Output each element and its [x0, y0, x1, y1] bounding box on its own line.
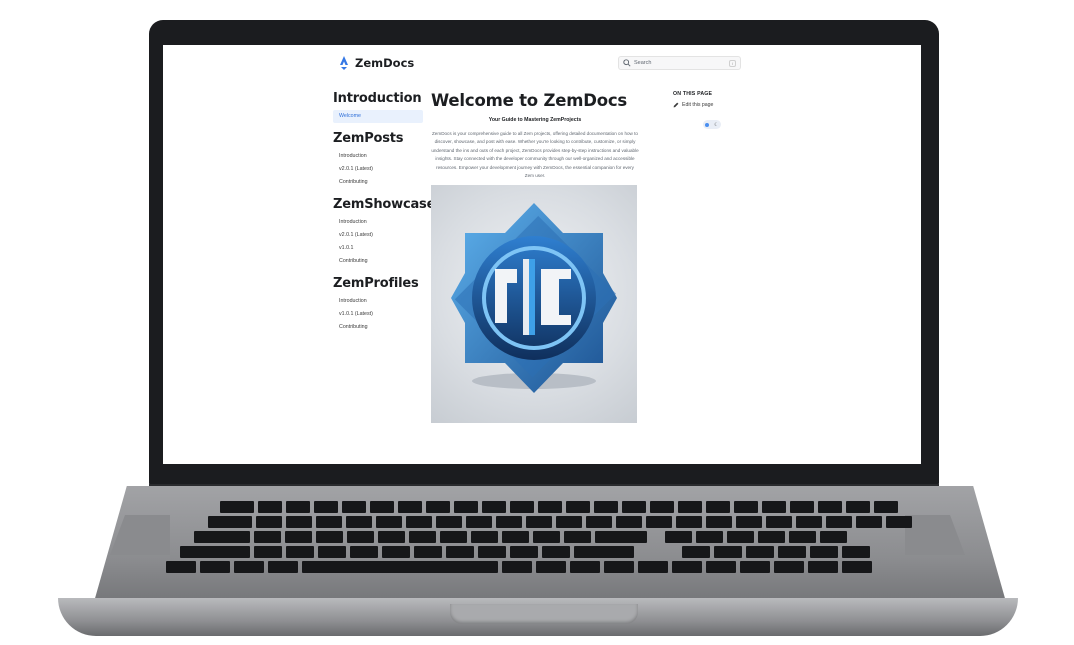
toc-title: ON THIS PAGE [673, 91, 713, 97]
search-input[interactable]: Search / [618, 56, 741, 70]
edit-page-link[interactable]: Edit this page [673, 102, 753, 108]
search-shortcut-key: / [729, 59, 736, 67]
zem-emblem-logo [451, 203, 617, 394]
laptop-open-notch [450, 604, 638, 624]
sun-icon [705, 122, 710, 127]
brand-name: ZemDocs [355, 56, 415, 70]
sidebar-section-introduction: Introduction Welcome [333, 91, 423, 123]
keyboard [150, 497, 930, 582]
sidebar-item-version[interactable]: v1.0.1 [333, 242, 423, 255]
laptop-mockup: ZemDocs Search / Introduction Welcome Ze… [0, 0, 1074, 645]
page-subtitle: Your Guide to Mastering ZemProjects [488, 117, 582, 123]
edit-page-label: Edit this page [682, 102, 714, 108]
main-content: Welcome to ZemDocs Your Guide to Masteri… [431, 91, 639, 424]
sidebar-item-welcome[interactable]: Welcome [333, 110, 423, 123]
sidebar-item-contributing[interactable]: Contributing [333, 255, 423, 268]
sidebar-section-zemprofiles: ZemProfiles Introduction v1.0.1 (Latest)… [333, 276, 423, 334]
search-placeholder: Search [634, 60, 652, 66]
sidebar-item-version[interactable]: v2.0.1 (Latest) [333, 229, 423, 242]
sidebar-section-title[interactable]: ZemProfiles [333, 276, 423, 291]
sidebar-section-zemshowcase: ZemShowcase Introduction v2.0.1 (Latest)… [333, 197, 435, 268]
sidebar-section-zemposts: ZemPosts Introduction v2.0.1 (Latest) Co… [333, 131, 423, 189]
intro-paragraph: ZemDocs is your comprehensive guide to a… [431, 131, 639, 179]
sidebar-section-title[interactable]: ZemShowcase [333, 197, 435, 212]
sidebar-section-title[interactable]: Introduction [333, 91, 423, 106]
pencil-icon [673, 102, 679, 108]
sidebar-section-title[interactable]: ZemPosts [333, 131, 423, 146]
brand-link[interactable]: ZemDocs [339, 56, 414, 70]
screen: ZemDocs Search / Introduction Welcome Ze… [163, 45, 921, 464]
sidebar: Introduction Welcome ZemPosts Introducti… [333, 91, 435, 342]
sidebar-item-introduction[interactable]: Introduction [333, 150, 423, 163]
search-icon [623, 59, 631, 67]
zemdocs-logo-icon [340, 56, 348, 70]
page-title: Welcome to ZemDocs [431, 91, 628, 110]
sidebar-item-version[interactable]: v2.0.1 (Latest) [333, 163, 423, 176]
sidebar-item-contributing[interactable]: Contributing [333, 321, 423, 334]
sidebar-item-version[interactable]: v1.0.1 (Latest) [333, 308, 423, 321]
theme-toggle[interactable]: ☾ [703, 120, 721, 129]
navbar: ZemDocs Search / [163, 45, 921, 81]
table-of-contents: ON THIS PAGE Edit this page ☾ [673, 91, 753, 129]
hero-image [431, 185, 637, 424]
sidebar-item-introduction[interactable]: Introduction [333, 295, 423, 308]
sidebar-item-contributing[interactable]: Contributing [333, 176, 423, 189]
moon-icon: ☾ [714, 121, 719, 128]
sidebar-item-introduction[interactable]: Introduction [333, 216, 423, 229]
